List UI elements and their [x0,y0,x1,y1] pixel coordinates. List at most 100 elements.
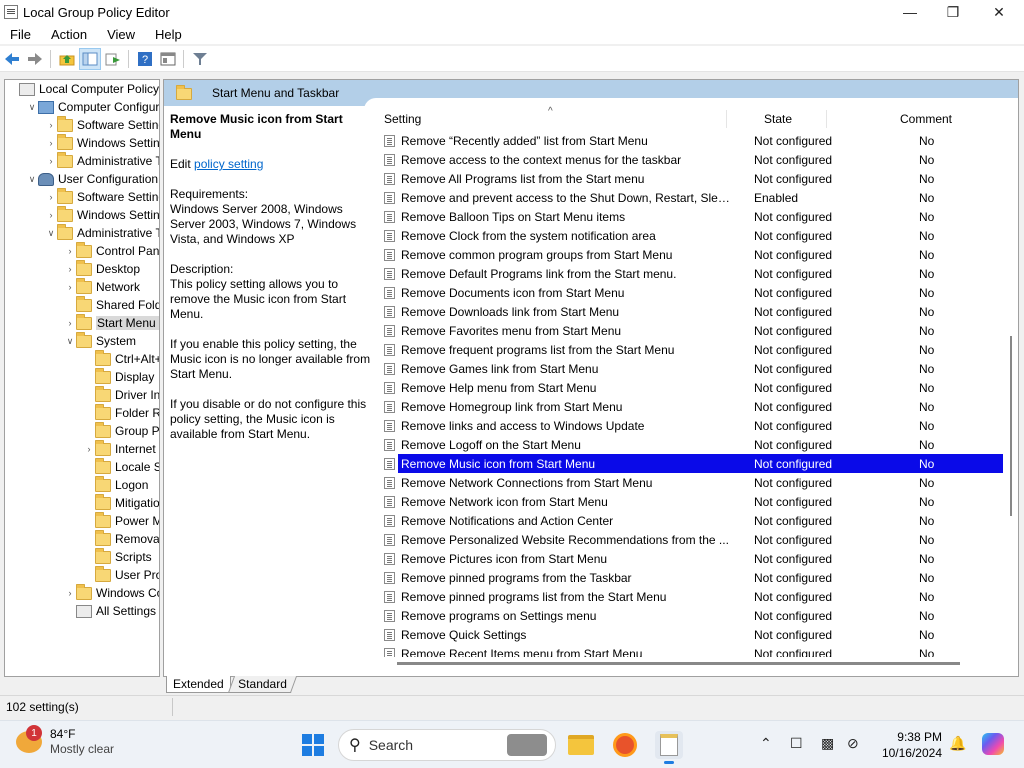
chevron-right-icon[interactable]: › [64,314,76,332]
chevron-down-icon[interactable]: ∨ [45,224,57,242]
policy-row[interactable]: Remove Clock from the system notificatio… [382,226,1004,245]
policy-row[interactable]: Remove and prevent access to the Shut Do… [382,188,1004,207]
tree-node[interactable]: › Internet C [5,439,159,458]
tree-node[interactable]: Shared Folder [5,295,159,314]
column-comment[interactable]: Comment [900,112,952,126]
policy-row[interactable]: Remove Music icon from Start Menu Not con… [382,454,1004,473]
policy-row[interactable]: Remove links and access to Windows Updat… [382,416,1004,435]
display-icon[interactable]: ▩ [821,735,834,752]
tree-node[interactable]: Power Ma [5,511,159,530]
firefox-icon[interactable] [611,731,639,759]
chevron-right-icon[interactable]: › [45,206,57,224]
column-divider[interactable] [826,110,827,128]
tree-node[interactable]: ∨ Computer Configura [5,98,159,116]
chevron-right-icon[interactable]: › [83,440,95,458]
policy-row[interactable]: Remove Quick Settings Not configured No [382,625,1004,644]
filter-icon[interactable] [189,48,211,70]
taskbar-search[interactable]: ⚲ Search [338,729,556,761]
chevron-right-icon[interactable]: › [64,260,76,278]
policy-row[interactable]: Remove Documents icon from Start Menu Not… [382,283,1004,302]
menu-help[interactable]: Help [145,27,192,42]
notification-bell-icon[interactable]: 🔔 [949,735,966,752]
chevron-right-icon[interactable]: › [45,134,57,152]
menu-view[interactable]: View [97,27,145,42]
tree-node[interactable]: Removabl [5,529,159,548]
minimize-button[interactable]: — [887,0,933,24]
policy-row[interactable]: Remove Balloon Tips on Start Menu items N… [382,207,1004,226]
tree-node[interactable]: Ctrl+Alt+I [5,349,159,368]
start-button[interactable] [302,734,324,756]
column-setting[interactable]: Setting [384,112,421,126]
tree-node[interactable]: ∨ User Configuration [5,170,159,188]
policy-row[interactable]: Remove Logoff on the Start Menu Not confi… [382,435,1004,454]
tree-node[interactable]: › Windows Setting [5,205,159,224]
menu-action[interactable]: Action [41,27,97,42]
tree-node[interactable]: › Administrative Te [5,151,159,170]
chevron-right-icon[interactable]: › [64,278,76,296]
column-state[interactable]: State [764,112,792,126]
policy-row[interactable]: Remove access to the context menus for t… [382,150,1004,169]
policy-row[interactable]: Remove pinned programs from the Taskbar N… [382,568,1004,587]
tree-node[interactable]: Group Pol [5,421,159,440]
group-policy-taskbar-icon[interactable] [655,731,683,764]
forward-icon[interactable] [24,48,46,70]
policy-row[interactable]: Remove Notifications and Action Center No… [382,511,1004,530]
tree-node[interactable]: Locale Ser [5,457,159,476]
vertical-scrollbar[interactable] [1007,110,1015,658]
properties-icon[interactable] [157,48,179,70]
chevron-right-icon[interactable]: › [45,152,57,170]
tree-node[interactable]: › Start Menu ar [5,313,159,332]
tree-node[interactable]: Logon [5,475,159,494]
maximize-button[interactable]: ❐ [930,0,976,24]
tree-node[interactable]: › Software Settings [5,115,159,134]
menu-file[interactable]: File [0,27,41,42]
policy-setting-link[interactable]: policy setting [194,157,263,171]
tree-node[interactable]: Driver Inst [5,385,159,404]
tree-node[interactable]: User Profi [5,565,159,584]
tab-extended[interactable]: Extended [166,676,231,693]
policy-row[interactable]: Remove Favorites menu from Start Menu Not… [382,321,1004,340]
policy-row[interactable]: Remove Network Connections from Start Me… [382,473,1004,492]
tree-node[interactable]: › Windows Cor [5,583,159,602]
close-button[interactable]: ✕ [976,0,1022,24]
column-divider[interactable] [726,110,727,128]
show-hidden-icons-chevron-icon[interactable]: ⌃ [760,735,772,752]
policy-row[interactable]: Remove common program groups from Start … [382,245,1004,264]
chevron-right-icon[interactable]: › [64,584,76,602]
policy-row[interactable]: Remove programs on Settings menu Not conf… [382,606,1004,625]
tree-node[interactable]: › Control Panel [5,241,159,260]
policy-row[interactable]: Remove Network icon from Start Menu Not c… [382,492,1004,511]
tree-node[interactable]: › Windows Setting [5,133,159,152]
policy-row[interactable]: Remove Homegroup link from Start Menu Not… [382,397,1004,416]
chevron-right-icon[interactable]: › [45,116,57,134]
network-offline-icon[interactable]: ☐ [790,735,803,752]
tree-node[interactable]: Mitigation [5,493,159,512]
policy-row[interactable]: Remove Pictures icon from Start Menu Not … [382,549,1004,568]
tree-node[interactable]: › Desktop [5,259,159,278]
policy-row[interactable]: Remove All Programs list from the Start … [382,169,1004,188]
policy-row[interactable]: Remove “Recently added” list from Start … [382,131,1004,150]
clock[interactable]: 9:38 PM 10/16/2024 [872,729,942,761]
volume-muted-icon[interactable]: ⊘ [847,735,859,752]
chevron-down-icon[interactable]: ∨ [64,332,76,350]
chevron-down-icon[interactable]: ∨ [26,170,38,188]
tree-node[interactable]: All Settings [5,602,159,620]
chevron-right-icon[interactable]: › [45,188,57,206]
file-explorer-icon[interactable] [567,731,595,759]
policy-row[interactable]: Remove Default Programs link from the St… [382,264,1004,283]
help-icon[interactable]: ? [134,48,156,70]
scroll-thumb[interactable] [1010,336,1012,516]
back-icon[interactable] [1,48,23,70]
copilot-icon[interactable] [982,733,1004,755]
up-folder-icon[interactable] [56,48,78,70]
policy-row[interactable]: Remove frequent programs list from the S… [382,340,1004,359]
policy-row[interactable]: Remove Downloads link from Start Menu Not… [382,302,1004,321]
export-list-icon[interactable] [102,48,124,70]
policy-row[interactable]: Remove Personalized Website Recommendati… [382,530,1004,549]
tree-node[interactable]: ∨ System [5,331,159,350]
tree-node[interactable]: ∨ Administrative Te [5,223,159,242]
policy-row[interactable]: Remove Help menu from Start Menu Not conf… [382,378,1004,397]
policy-row[interactable]: Remove Recent Items menu from Start Menu… [382,644,1004,657]
policy-row[interactable]: Remove pinned programs list from the Sta… [382,587,1004,606]
tree-node[interactable]: Folder Rec [5,403,159,422]
